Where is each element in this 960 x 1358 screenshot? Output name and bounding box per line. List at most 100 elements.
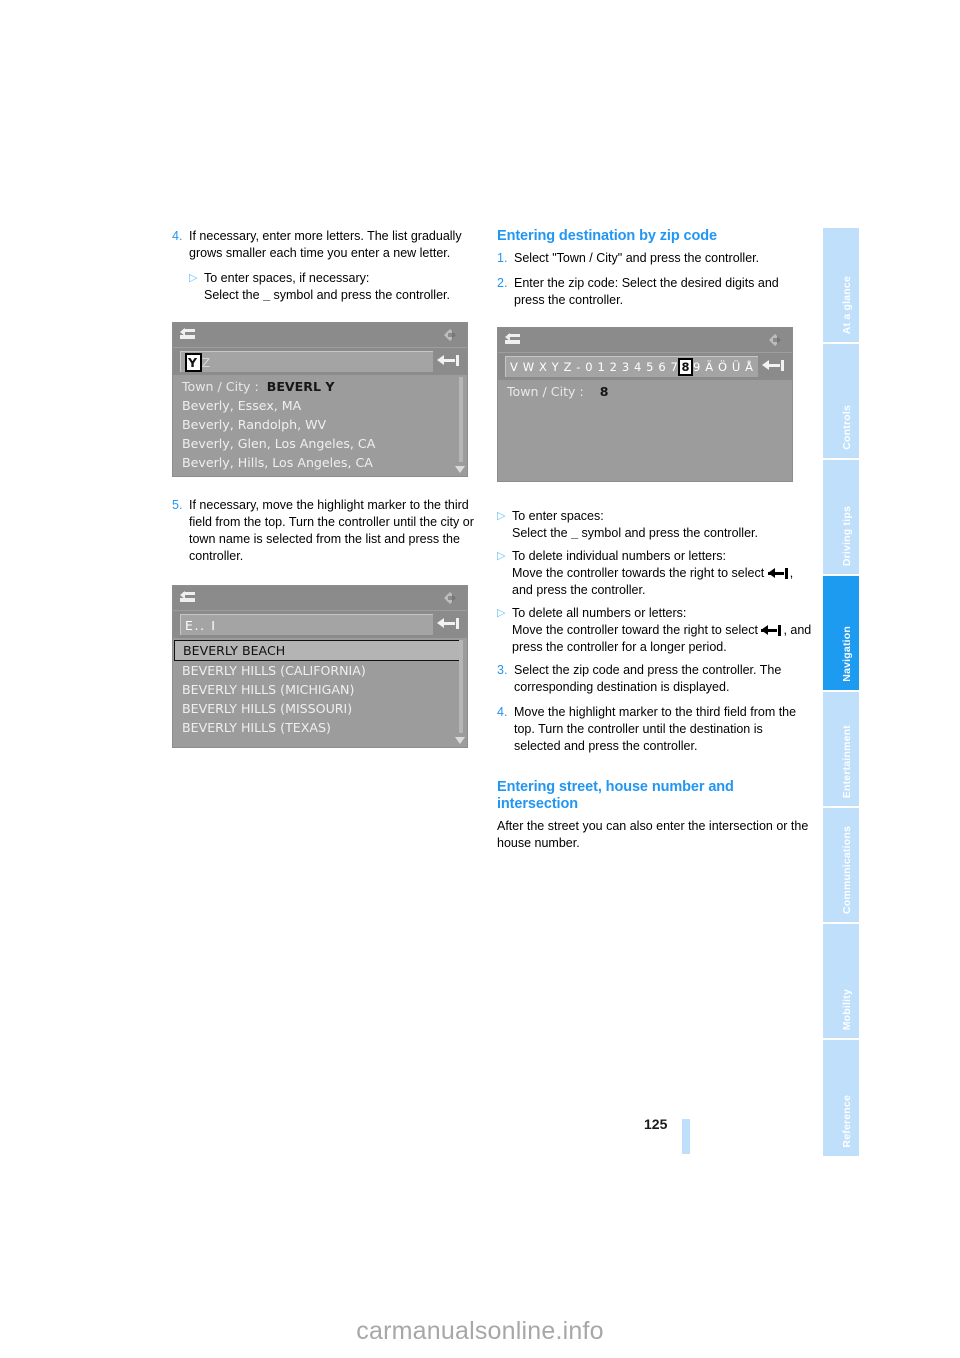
list-row[interactable]: BEVERLY BEACH [174,640,461,661]
list-row[interactable]: BEVERLY HILLS (MICHIGAN) [173,680,467,699]
underscore-symbol: _ [571,526,579,540]
backspace-icon[interactable] [433,611,467,638]
back-icon [180,328,196,341]
list-row[interactable]: BEVERLY HILLS (TEXAS) [173,718,467,737]
tab-at-a-glance[interactable]: At a glance [823,228,859,344]
paragraph-street: After the street you can also enter the … [497,819,809,850]
character-strip-text: YZ [185,352,212,372]
backspace-icon[interactable] [433,348,467,375]
tab-reference[interactable]: Reference [823,1040,859,1156]
bullet-line-1: To enter spaces, if necessary: [204,271,370,285]
step-number: 1. [497,251,508,265]
backspace-icon[interactable] [758,353,792,380]
tab-driving-tips[interactable]: Driving tips [823,460,859,576]
list-row[interactable]: Beverly, Randolph, WV [173,415,467,434]
heading-entering-destination-by-zip-code: Entering destination by zip code [497,228,717,244]
manual-page: 4. If necessary, enter more letters. The… [0,0,960,1358]
tab-label: Mobility [840,988,853,1030]
tab-label: Reference [840,1095,853,1148]
tab-controls[interactable]: Controls [823,344,859,460]
bullet-line-2-pre: Move the controller towards the right to… [512,566,768,580]
bullet-line-2-post: symbol and press the controller. [270,288,450,302]
tab-communications[interactable]: Communications [823,808,859,924]
step-text: Enter the zip code: Select the desired d… [514,276,779,307]
selected-character: Y [185,352,202,372]
step-1-right: 1. Select "Town / City" and press the co… [497,250,812,267]
list-row[interactable]: Beverly, Glen, Los Angeles, CA [173,434,467,453]
character-strip-text: V W X Y Z - 0 1 2 3 4 5 6 789 Ä Ö Ü Å [510,358,754,376]
character-strip[interactable]: YZ [180,351,433,372]
list-row[interactable]: Town / City : 8 [498,382,792,401]
tab-mobility[interactable]: Mobility [823,924,859,1040]
result-list: Town / City : BEVERL Y Beverly, Essex, M… [173,375,467,476]
controller-compass-icon [441,589,459,607]
idrive-entry-row: E.. I [173,611,467,638]
triangle-bullet-icon: ▷ [497,607,506,619]
list-row[interactable]: BEVERLY HILLS (CALIFORNIA) [173,661,467,680]
backspace-icon [767,567,790,579]
back-icon [180,591,196,604]
bullet-line-2-pre: Select the [204,288,264,302]
step-3-right: 3. Select the zip code and press the con… [497,662,812,696]
tab-entertainment[interactable]: Entertainment [823,692,859,808]
step-4-right: 4. Move the highlight marker to the thir… [497,704,812,755]
step-text: If necessary, move the highlight marker … [189,498,474,563]
step-text: Select the zip code and press the contro… [514,663,782,694]
controller-compass-icon [766,331,784,349]
step-text: Select "Town / City" and press the contr… [514,251,760,265]
result-list: Town / City : 8 [498,380,792,481]
bullet-line-1: To delete all numbers or letters: [512,606,687,620]
list-row[interactable]: Beverly, Hills, Los Angeles, CA [173,453,467,472]
page-number: 125 [644,1116,668,1132]
bullet-line-2-pre: Move the controller toward the right to … [512,623,762,637]
step-text: If necessary, enter more letters. The li… [189,229,462,260]
backspace-icon [761,624,783,636]
remaining-characters: Z [201,354,212,370]
page-number-marker [682,1119,690,1154]
bullet-line-2-post: symbol and press the controller. [578,526,758,540]
left-column: 4. If necessary, enter more letters. The… [172,228,487,748]
list-row[interactable]: BEVERLY HILLS (MISSOURI) [173,699,467,718]
scrollbar[interactable] [459,377,463,462]
underscore-symbol: _ [263,288,271,302]
step-number: 4. [172,229,183,243]
list-row[interactable]: Town / City : BEVERL Y [173,377,467,396]
tab-navigation[interactable]: Navigation [823,576,859,692]
bullet-line-1: To delete individual numbers or letters: [512,549,727,563]
screenshot-beverly-list: YZ Town / City : BEVERL Y Beverly, Essex… [172,322,468,477]
row-label: Town / City : [507,384,584,399]
step-number: 3. [497,663,508,677]
right-column: Entering destination by zip code 1. Sele… [497,228,812,860]
triangle-bullet-icon: ▷ [189,272,198,284]
bullet-text: To enter spaces: Select the _ symbol and… [512,508,812,542]
character-strip[interactable]: E.. I [180,614,433,635]
tab-label: At a glance [840,275,853,334]
bullet-text: To enter spaces, if necessary: Select th… [204,270,487,304]
selected-character: 8 [678,358,694,376]
characters-after-selection: 9 Ä Ö Ü Å [693,360,754,374]
bullet-text: To delete all numbers or letters: Move t… [512,605,812,656]
row-value: BEVERL Y [266,379,335,394]
list-row[interactable]: Beverly, Essex, MA [173,396,467,415]
characters-before-selection: V W X Y Z - 0 1 2 3 4 5 6 7 [510,360,679,374]
idrive-header-bar [498,328,792,353]
scroll-down-icon[interactable] [455,737,465,744]
screenshot-zip-entry: V W X Y Z - 0 1 2 3 4 5 6 789 Ä Ö Ü Å To… [497,327,793,482]
bullet-enter-spaces-left: ▷ To enter spaces, if necessary: Select … [189,270,487,304]
step-number: 5. [172,498,183,512]
step-number: 4. [497,705,508,719]
tab-label: Communications [840,826,853,914]
result-list: BEVERLY BEACH BEVERLY HILLS (CALIFORNIA)… [173,638,467,747]
idrive-entry-row: V W X Y Z - 0 1 2 3 4 5 6 789 Ä Ö Ü Å [498,353,792,380]
scrollbar[interactable] [459,640,463,733]
bullet-line-2-pre: Select the [512,526,572,540]
row-label: Town / City : [182,379,259,394]
bullet-delete-all: ▷ To delete all numbers or letters: Move… [497,605,812,656]
character-strip[interactable]: V W X Y Z - 0 1 2 3 4 5 6 789 Ä Ö Ü Å [505,356,758,377]
scroll-down-icon[interactable] [455,466,465,473]
idrive-header-bar [173,586,467,611]
screenshot-beverly-hills-list: E.. I BEVERLY BEACH BEVERLY HILLS (CALIF… [172,585,468,748]
section-tab-strip: At a glance Controls Driving tips Naviga… [823,228,859,1156]
tab-label: Controls [840,405,853,450]
step-number: 2. [497,276,508,290]
